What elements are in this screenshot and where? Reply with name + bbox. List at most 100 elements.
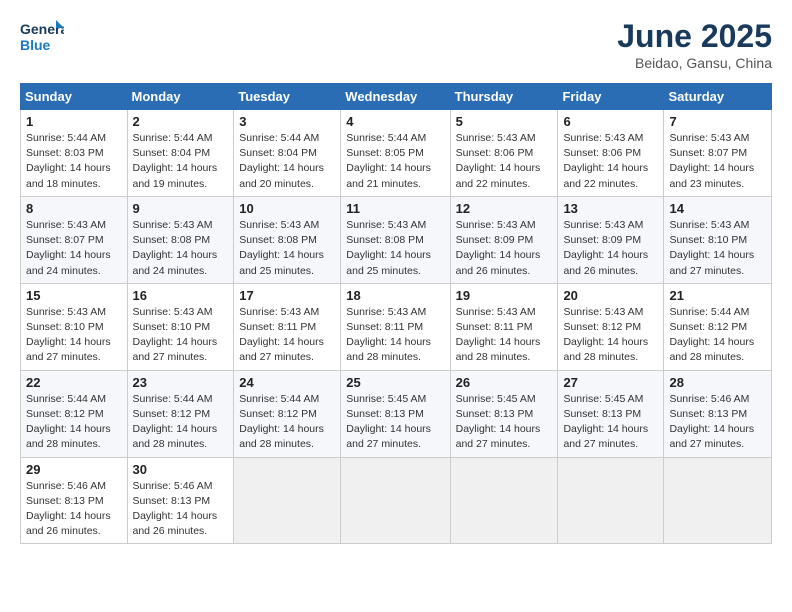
- day-info: Sunrise: 5:43 AM Sunset: 8:09 PM Dayligh…: [563, 218, 658, 279]
- page: General Blue June 2025 Beidao, Gansu, Ch…: [0, 0, 792, 612]
- table-row: 16 Sunrise: 5:43 AM Sunset: 8:10 PM Dayli…: [127, 283, 234, 370]
- table-row: 14 Sunrise: 5:43 AM Sunset: 8:10 PM Dayli…: [664, 196, 772, 283]
- day-info: Sunrise: 5:43 AM Sunset: 8:08 PM Dayligh…: [133, 218, 229, 279]
- table-row: 29 Sunrise: 5:46 AM Sunset: 8:13 PM Dayli…: [21, 457, 128, 544]
- day-info: Sunrise: 5:43 AM Sunset: 8:07 PM Dayligh…: [26, 218, 122, 279]
- day-info: Sunrise: 5:44 AM Sunset: 8:04 PM Dayligh…: [133, 131, 229, 192]
- day-number: 4: [346, 114, 444, 129]
- day-number: 28: [669, 375, 766, 390]
- day-number: 26: [456, 375, 553, 390]
- table-row: 22 Sunrise: 5:44 AM Sunset: 8:12 PM Dayli…: [21, 370, 128, 457]
- table-row: 1 Sunrise: 5:44 AM Sunset: 8:03 PM Daylig…: [21, 110, 128, 197]
- day-number: 20: [563, 288, 658, 303]
- calendar-table: Sunday Monday Tuesday Wednesday Thursday…: [20, 83, 772, 544]
- day-number: 2: [133, 114, 229, 129]
- table-row: 9 Sunrise: 5:43 AM Sunset: 8:08 PM Daylig…: [127, 196, 234, 283]
- col-monday: Monday: [127, 84, 234, 110]
- table-row: 5Sunrise: 5:43 AM Sunset: 8:06 PM Daylig…: [450, 110, 558, 197]
- day-info: Sunrise: 5:43 AM Sunset: 8:06 PM Dayligh…: [563, 131, 658, 192]
- day-number: 24: [239, 375, 335, 390]
- day-number: 6: [563, 114, 658, 129]
- day-number: 8: [26, 201, 122, 216]
- day-number: 23: [133, 375, 229, 390]
- logo-svg: General Blue: [20, 18, 64, 56]
- table-row: 20Sunrise: 5:43 AM Sunset: 8:12 PM Dayli…: [558, 283, 664, 370]
- table-row: 27 Sunrise: 5:45 AM Sunset: 8:13 PM Dayli…: [558, 370, 664, 457]
- table-row: 4 Sunrise: 5:44 AM Sunset: 8:05 PM Daylig…: [341, 110, 450, 197]
- day-info: Sunrise: 5:45 AM Sunset: 8:13 PM Dayligh…: [346, 392, 444, 453]
- col-wednesday: Wednesday: [341, 84, 450, 110]
- col-saturday: Saturday: [664, 84, 772, 110]
- col-sunday: Sunday: [21, 84, 128, 110]
- day-info: Sunrise: 5:43 AM Sunset: 8:09 PM Dayligh…: [456, 218, 553, 279]
- day-number: 15: [26, 288, 122, 303]
- table-row: [558, 457, 664, 544]
- day-number: 7: [669, 114, 766, 129]
- day-number: 11: [346, 201, 444, 216]
- header: General Blue June 2025 Beidao, Gansu, Ch…: [20, 18, 772, 71]
- table-row: 17 Sunrise: 5:43 AM Sunset: 8:11 PM Dayli…: [234, 283, 341, 370]
- table-row: 19 Sunrise: 5:43 AM Sunset: 8:11 PM Dayli…: [450, 283, 558, 370]
- day-number: 13: [563, 201, 658, 216]
- day-number: 9: [133, 201, 229, 216]
- day-info: Sunrise: 5:45 AM Sunset: 8:13 PM Dayligh…: [456, 392, 553, 453]
- col-tuesday: Tuesday: [234, 84, 341, 110]
- day-number: 27: [563, 375, 658, 390]
- table-row: 26 Sunrise: 5:45 AM Sunset: 8:13 PM Dayli…: [450, 370, 558, 457]
- calendar-week-row: 22 Sunrise: 5:44 AM Sunset: 8:12 PM Dayli…: [21, 370, 772, 457]
- calendar-week-row: 1 Sunrise: 5:44 AM Sunset: 8:03 PM Daylig…: [21, 110, 772, 197]
- logo: General Blue: [20, 18, 64, 56]
- table-row: 11 Sunrise: 5:43 AM Sunset: 8:08 PM Dayli…: [341, 196, 450, 283]
- main-title: June 2025: [617, 18, 772, 55]
- day-info: Sunrise: 5:43 AM Sunset: 8:10 PM Dayligh…: [133, 305, 229, 366]
- day-info: Sunrise: 5:43 AM Sunset: 8:11 PM Dayligh…: [346, 305, 444, 366]
- day-info: Sunrise: 5:44 AM Sunset: 8:03 PM Dayligh…: [26, 131, 122, 192]
- day-info: Sunrise: 5:43 AM Sunset: 8:11 PM Dayligh…: [456, 305, 553, 366]
- day-info: Sunrise: 5:44 AM Sunset: 8:05 PM Dayligh…: [346, 131, 444, 192]
- table-row: 10 Sunrise: 5:43 AM Sunset: 8:08 PM Dayli…: [234, 196, 341, 283]
- day-info: Sunrise: 5:44 AM Sunset: 8:04 PM Dayligh…: [239, 131, 335, 192]
- col-friday: Friday: [558, 84, 664, 110]
- day-number: 22: [26, 375, 122, 390]
- day-number: 1: [26, 114, 122, 129]
- day-number: 5: [456, 114, 553, 129]
- day-number: 16: [133, 288, 229, 303]
- calendar-week-row: 29 Sunrise: 5:46 AM Sunset: 8:13 PM Dayli…: [21, 457, 772, 544]
- table-row: 30 Sunrise: 5:46 AM Sunset: 8:13 PM Dayli…: [127, 457, 234, 544]
- table-row: 2 Sunrise: 5:44 AM Sunset: 8:04 PM Daylig…: [127, 110, 234, 197]
- table-row: 12Sunrise: 5:43 AM Sunset: 8:09 PM Dayli…: [450, 196, 558, 283]
- day-info: Sunrise: 5:43 AM Sunset: 8:07 PM Dayligh…: [669, 131, 766, 192]
- day-info: Sunrise: 5:43 AM Sunset: 8:10 PM Dayligh…: [26, 305, 122, 366]
- day-number: 19: [456, 288, 553, 303]
- day-number: 29: [26, 462, 122, 477]
- table-row: 7 Sunrise: 5:43 AM Sunset: 8:07 PM Daylig…: [664, 110, 772, 197]
- svg-text:Blue: Blue: [20, 37, 51, 53]
- table-row: [450, 457, 558, 544]
- day-number: 30: [133, 462, 229, 477]
- day-info: Sunrise: 5:43 AM Sunset: 8:08 PM Dayligh…: [239, 218, 335, 279]
- day-number: 3: [239, 114, 335, 129]
- day-number: 14: [669, 201, 766, 216]
- day-info: Sunrise: 5:44 AM Sunset: 8:12 PM Dayligh…: [26, 392, 122, 453]
- table-row: 24Sunrise: 5:44 AM Sunset: 8:12 PM Dayli…: [234, 370, 341, 457]
- table-row: 21Sunrise: 5:44 AM Sunset: 8:12 PM Dayli…: [664, 283, 772, 370]
- day-info: Sunrise: 5:45 AM Sunset: 8:13 PM Dayligh…: [563, 392, 658, 453]
- day-number: 25: [346, 375, 444, 390]
- day-number: 18: [346, 288, 444, 303]
- day-info: Sunrise: 5:46 AM Sunset: 8:13 PM Dayligh…: [26, 479, 122, 540]
- day-info: Sunrise: 5:46 AM Sunset: 8:13 PM Dayligh…: [133, 479, 229, 540]
- table-row: 25 Sunrise: 5:45 AM Sunset: 8:13 PM Dayli…: [341, 370, 450, 457]
- table-row: 13 Sunrise: 5:43 AM Sunset: 8:09 PM Dayli…: [558, 196, 664, 283]
- table-row: [341, 457, 450, 544]
- col-thursday: Thursday: [450, 84, 558, 110]
- day-info: Sunrise: 5:43 AM Sunset: 8:11 PM Dayligh…: [239, 305, 335, 366]
- day-info: Sunrise: 5:43 AM Sunset: 8:10 PM Dayligh…: [669, 218, 766, 279]
- day-info: Sunrise: 5:46 AM Sunset: 8:13 PM Dayligh…: [669, 392, 766, 453]
- subtitle: Beidao, Gansu, China: [617, 55, 772, 71]
- table-row: 28 Sunrise: 5:46 AM Sunset: 8:13 PM Dayli…: [664, 370, 772, 457]
- day-info: Sunrise: 5:43 AM Sunset: 8:08 PM Dayligh…: [346, 218, 444, 279]
- table-row: 15 Sunrise: 5:43 AM Sunset: 8:10 PM Dayli…: [21, 283, 128, 370]
- table-row: [234, 457, 341, 544]
- day-number: 10: [239, 201, 335, 216]
- day-number: 17: [239, 288, 335, 303]
